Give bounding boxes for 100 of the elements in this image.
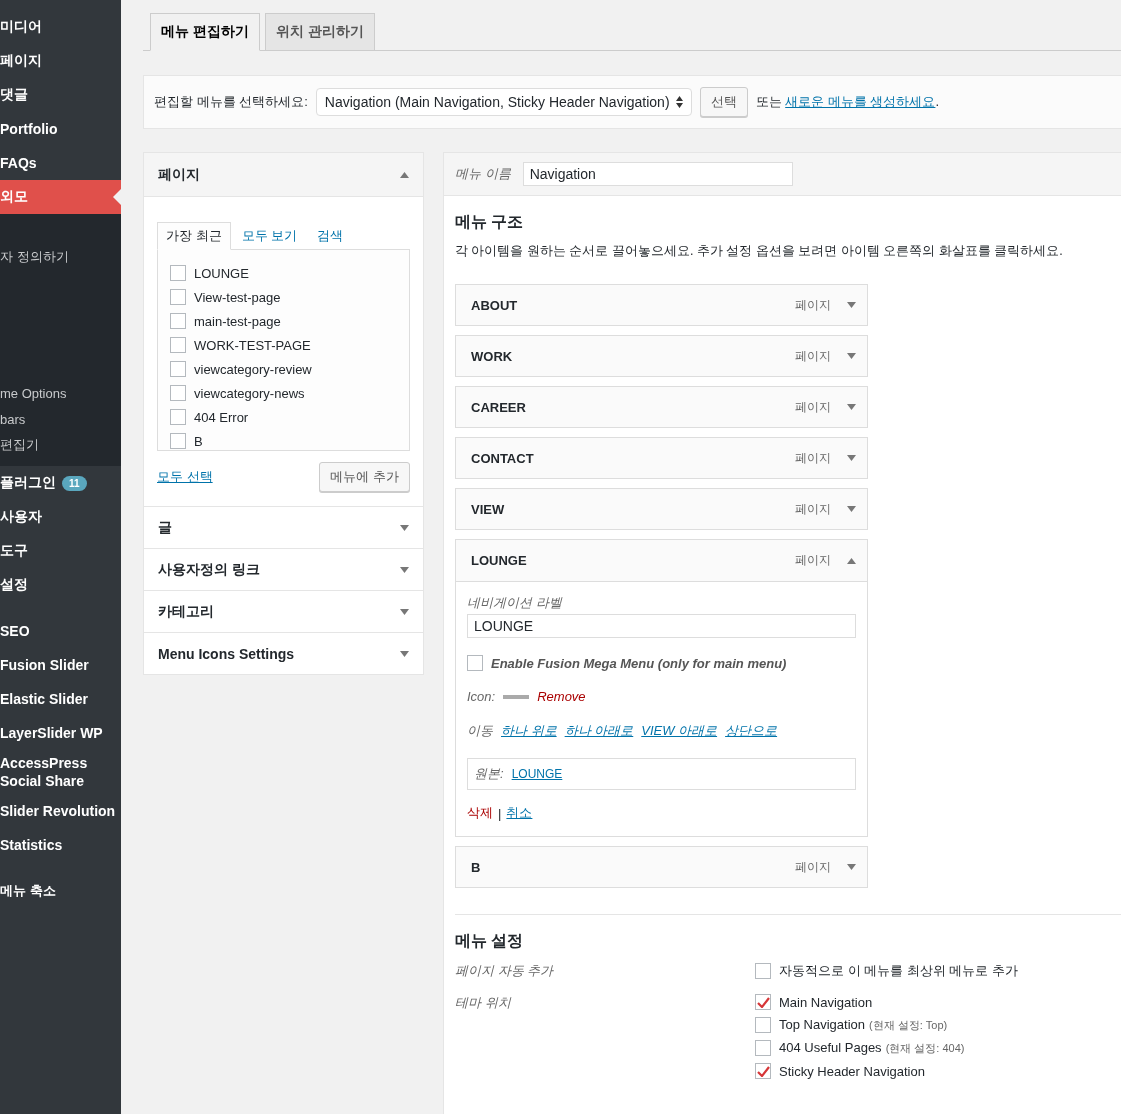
checkbox[interactable] <box>170 385 186 401</box>
checkbox[interactable] <box>755 963 771 979</box>
sidebar-item[interactable]: 외모 <box>0 180 121 214</box>
checkbox[interactable] <box>755 1063 771 1079</box>
menu-item-bar[interactable]: B 페이지 <box>455 846 868 888</box>
sidebar-item[interactable]: Fusion Slider <box>0 648 121 682</box>
expand-arrow-icon[interactable] <box>847 506 856 512</box>
expand-arrow-icon[interactable] <box>847 864 856 870</box>
option-label: Sticky Header Navigation <box>779 1063 925 1079</box>
checkbox[interactable] <box>170 361 186 377</box>
menu-item-bar[interactable]: CONTACT 페이지 <box>455 437 868 479</box>
expand-arrow-icon[interactable] <box>400 650 409 657</box>
move-link[interactable]: 하나 아래로 <box>564 722 634 740</box>
option-label: 404 Useful Pages (현재 설정: 404) <box>779 1040 965 1056</box>
expand-arrow-icon[interactable] <box>400 524 409 531</box>
select-button[interactable]: 선택 <box>699 87 748 117</box>
menu-name-field[interactable]: Navigation <box>522 162 793 186</box>
page-label: 404 Error <box>194 409 249 425</box>
original-link[interactable]: LOUNGE <box>511 767 563 781</box>
field-label: 네비게이션 라벨 <box>467 594 564 612</box>
sidebar-item[interactable]: LayerSlider WP <box>0 716 121 750</box>
checkbox[interactable] <box>170 265 186 281</box>
select-all-link[interactable]: 모두 선택 <box>157 468 213 486</box>
sidebar-item[interactable]: FAQs <box>0 146 121 180</box>
page-label: View-test-page <box>194 289 281 305</box>
menu-item-bar[interactable]: LOUNGE 페이지 <box>456 540 867 582</box>
submenu-item[interactable]: me Options <box>0 380 121 406</box>
move-label: 이동 <box>467 722 493 740</box>
select-label: 편집할 메뉴를 선택하세요: <box>154 93 308 111</box>
sidebar-item[interactable]: Elastic Slider <box>0 682 121 716</box>
add-to-menu-button[interactable]: 메뉴에 추가 <box>319 462 410 492</box>
checkbox[interactable] <box>170 433 186 449</box>
sidebar-item-label: 플러그인 <box>0 474 56 492</box>
move-link[interactable]: VIEW 아래로 <box>641 722 718 740</box>
menu-item-bar[interactable]: VIEW 페이지 <box>455 488 868 530</box>
sidebar-item[interactable]: 도구 <box>0 534 121 568</box>
menu-item-bar[interactable]: WORK 페이지 <box>455 335 868 377</box>
sidebar-item[interactable]: 댓글 <box>0 78 121 112</box>
tab[interactable]: 메뉴 편집하기 <box>150 13 260 51</box>
delete-link[interactable]: 삭제 <box>467 804 493 822</box>
expand-arrow-icon[interactable] <box>847 455 856 461</box>
icon-preview <box>503 694 530 699</box>
sidebar-item[interactable]: 플러그인 11 <box>0 466 121 500</box>
tab[interactable]: 위치 관리하기 <box>264 13 375 51</box>
sidebar-item[interactable]: 미디어 <box>0 10 121 44</box>
original-label: 원본: <box>474 765 504 783</box>
accordion-header[interactable]: 페이지 <box>144 153 423 196</box>
expand-arrow-icon[interactable] <box>847 404 856 410</box>
expand-arrow-icon[interactable] <box>400 608 409 615</box>
item-type-label: 페이지 <box>795 398 831 416</box>
item-type-label: 페이지 <box>795 449 831 467</box>
checkbox[interactable] <box>467 655 483 671</box>
nav-label-field[interactable]: LOUNGE <box>467 614 856 638</box>
page-label: WORK-TEST-PAGE <box>194 337 311 353</box>
tab[interactable]: 모두 보기 <box>232 222 307 250</box>
sidebar-item[interactable]: AccessPress Social Share <box>0 750 121 794</box>
expand-arrow-icon[interactable] <box>400 566 409 573</box>
checkbox[interactable] <box>755 994 771 1010</box>
checkbox[interactable] <box>170 337 186 353</box>
sidebar-item[interactable]: Slider Revolution <box>0 794 121 828</box>
menu-item-bar[interactable]: CAREER 페이지 <box>455 386 868 428</box>
menu-select[interactable]: Navigation (Main Navigation, Sticky Header Navigation) <box>315 88 692 116</box>
sidebar-item[interactable]: 페이지 <box>0 44 121 78</box>
collapse-menu[interactable]: 메뉴 축소 <box>0 874 121 908</box>
item-type-label: 페이지 <box>795 500 831 518</box>
sidebar-item[interactable]: Portfolio <box>0 112 121 146</box>
count-badge: 11 <box>62 475 87 491</box>
move-link[interactable]: 하나 위로 <box>501 722 557 740</box>
collapse-arrow-icon[interactable] <box>400 171 409 178</box>
checkbox[interactable] <box>170 313 186 329</box>
menu-item-title: CONTACT <box>471 450 535 466</box>
sidebar-item[interactable]: SEO <box>0 614 121 648</box>
collapse-arrow-icon[interactable] <box>847 557 856 564</box>
tab[interactable]: 가장 최근 <box>157 222 231 250</box>
item-type-label: 페이지 <box>795 858 831 876</box>
remove-link[interactable]: Remove <box>537 689 586 704</box>
checkbox[interactable] <box>170 409 186 425</box>
expand-arrow-icon[interactable] <box>847 302 856 308</box>
sidebar-item[interactable]: 사용자 <box>0 500 121 534</box>
sidebar-item[interactable]: Statistics <box>0 828 121 862</box>
move-link[interactable]: 상단으로 <box>725 722 778 740</box>
cancel-link[interactable]: 취소 <box>506 804 533 822</box>
tab[interactable]: 검색 <box>308 222 353 250</box>
sidebar-item[interactable]: 설정 <box>0 568 121 602</box>
submenu-item[interactable]: 편집기 <box>0 432 121 458</box>
create-menu-link[interactable]: 새로운 메뉴를 생성하세요 <box>785 94 936 109</box>
checkbox[interactable] <box>755 1017 771 1033</box>
menu-item-title: LOUNGE <box>471 553 528 568</box>
page-label: LOUNGE <box>194 265 249 281</box>
menu-name-label: 메뉴 이름 <box>455 165 511 183</box>
setting-label: 페이지 자동 추가 <box>455 962 555 980</box>
submenu-item[interactable]: bars <box>0 406 121 432</box>
separator-text: | <box>498 805 502 821</box>
checkbox[interactable] <box>755 1040 771 1056</box>
submenu-item[interactable]: 자 정의하기 <box>0 244 121 270</box>
expand-arrow-icon[interactable] <box>847 353 856 359</box>
checkbox[interactable] <box>170 289 186 305</box>
menu-item-title: WORK <box>471 348 514 364</box>
menu-item-bar[interactable]: ABOUT 페이지 <box>455 284 868 326</box>
create-menu-text: 또는 새로운 메뉴를 생성하세요. <box>755 93 940 111</box>
